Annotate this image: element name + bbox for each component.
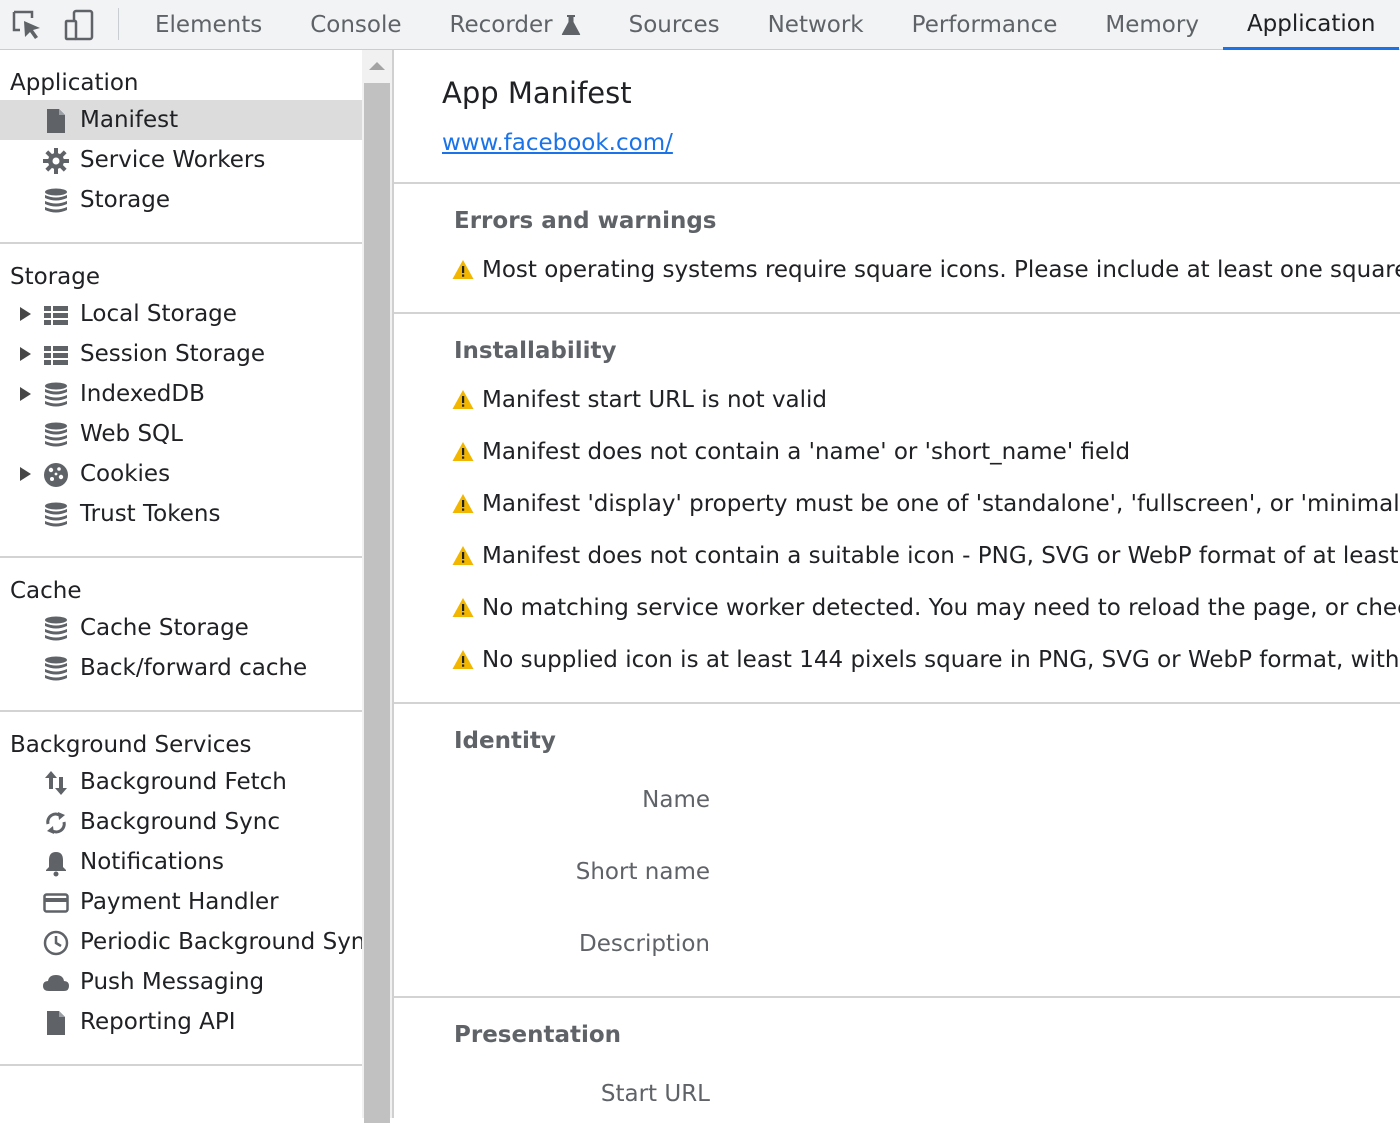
sidebar-divider (0, 710, 362, 712)
page-title: App Manifest (442, 76, 632, 110)
sidebar-item-background-fetch[interactable]: Background Fetch (0, 762, 362, 802)
sidebar-item-notifications[interactable]: Notifications (0, 842, 362, 882)
devtools-toolbar: Elements Console Recorder Sources Networ… (0, 0, 1400, 50)
section-divider (394, 702, 1400, 704)
credit-card-icon (43, 893, 69, 913)
section-divider (394, 182, 1400, 184)
tab-performance[interactable]: Performance (888, 0, 1082, 50)
panel-tabs: Elements Console Recorder Sources Networ… (131, 0, 1400, 50)
errors-section-title: Errors and warnings (454, 208, 717, 234)
sidebar-item-periodic-background-sync[interactable]: Periodic Background Sync (0, 922, 362, 962)
sidebar-divider (0, 556, 362, 558)
manifest-url-link[interactable]: www.facebook.com/ (442, 130, 673, 156)
warning-icon (452, 546, 474, 565)
sidebar-item-push-messaging[interactable]: Push Messaging (0, 962, 362, 1002)
sidebar-item-session-storage[interactable]: Session Storage (0, 334, 362, 374)
sidebar-item-local-storage[interactable]: Local Storage (0, 294, 362, 334)
sidebar-section-application: Application (10, 70, 139, 96)
cookie-icon (44, 463, 68, 487)
expand-arrow-icon[interactable] (20, 387, 31, 401)
identity-section-title: Identity (454, 728, 556, 754)
field-label-description: Description (579, 931, 710, 957)
sidebar-item-trust-tokens[interactable]: Trust Tokens (0, 494, 362, 534)
field-label-short-name: Short name (575, 859, 710, 885)
cloud-icon (43, 975, 69, 991)
tab-sources[interactable]: Sources (605, 0, 744, 50)
gear-icon (43, 148, 69, 174)
warning-icon (452, 598, 474, 617)
warning-icon (452, 494, 474, 513)
document-icon (47, 109, 65, 133)
expand-arrow-icon[interactable] (20, 467, 31, 481)
presentation-section-title: Presentation (454, 1022, 622, 1048)
sidebar-item-manifest[interactable]: Manifest (0, 100, 362, 140)
sidebar-item-back-forward-cache[interactable]: Back/forward cache (0, 648, 362, 688)
sidebar-item-cookies[interactable]: Cookies (0, 454, 362, 494)
warning-icon (452, 390, 474, 409)
warning-icon (452, 260, 474, 279)
flask-icon (561, 15, 580, 35)
application-sidebar: Application Manifest Service Workers Sto… (0, 50, 362, 1118)
expand-arrow-icon[interactable] (20, 347, 31, 361)
manifest-pane: App Manifest www.facebook.com/ Errors an… (394, 50, 1400, 1118)
sidebar-section-background-services: Background Services (10, 732, 252, 758)
sidebar-item-background-sync[interactable]: Background Sync (0, 802, 362, 842)
document-icon (47, 1011, 65, 1035)
warning-icon (452, 442, 474, 461)
sidebar-section-cache: Cache (10, 578, 82, 604)
database-icon (45, 422, 67, 447)
sidebar-scrollbar[interactable] (362, 50, 392, 1123)
sidebar-item-cache-storage[interactable]: Cache Storage (0, 608, 362, 648)
sidebar-item-web-sql[interactable]: Web SQL (0, 414, 362, 454)
sidebar-item-storage[interactable]: Storage (0, 180, 362, 220)
section-divider (394, 312, 1400, 314)
installability-section-title: Installability (454, 338, 617, 364)
section-divider (394, 996, 1400, 998)
sidebar-section-storage: Storage (10, 264, 100, 290)
device-toolbar-icon[interactable] (62, 8, 96, 42)
tab-memory[interactable]: Memory (1081, 0, 1223, 50)
bell-icon (46, 852, 66, 877)
scroll-up-arrow-icon[interactable] (369, 62, 385, 70)
sidebar-item-payment-handler[interactable]: Payment Handler (0, 882, 362, 922)
sync-icon (46, 812, 66, 834)
sidebar-divider (0, 242, 362, 244)
sidebar-item-service-workers[interactable]: Service Workers (0, 140, 362, 180)
tab-recorder[interactable]: Recorder (426, 0, 605, 50)
database-icon (45, 616, 67, 641)
scrollbar-thumb[interactable] (364, 83, 390, 1123)
tab-elements[interactable]: Elements (131, 0, 286, 50)
sidebar-item-indexeddb[interactable]: IndexedDB (0, 374, 362, 414)
inspect-element-icon[interactable] (10, 8, 44, 42)
database-icon (45, 502, 67, 527)
field-label-name: Name (642, 787, 710, 813)
tab-application[interactable]: Application (1222, 0, 1400, 50)
sidebar-divider (0, 1064, 362, 1066)
tab-network[interactable]: Network (744, 0, 888, 50)
toolbar-divider (118, 8, 119, 40)
clock-icon (43, 930, 69, 956)
field-label-start-url: Start URL (600, 1081, 710, 1107)
warning-icon (452, 650, 474, 669)
tab-console[interactable]: Console (286, 0, 425, 50)
database-icon (45, 188, 67, 213)
sidebar-item-reporting-api[interactable]: Reporting API (0, 1002, 362, 1042)
database-icon (45, 656, 67, 681)
database-icon (45, 382, 67, 407)
up-down-arrows-icon (45, 771, 67, 795)
table-icon (44, 346, 68, 365)
expand-arrow-icon[interactable] (20, 307, 31, 321)
table-icon (44, 306, 68, 325)
